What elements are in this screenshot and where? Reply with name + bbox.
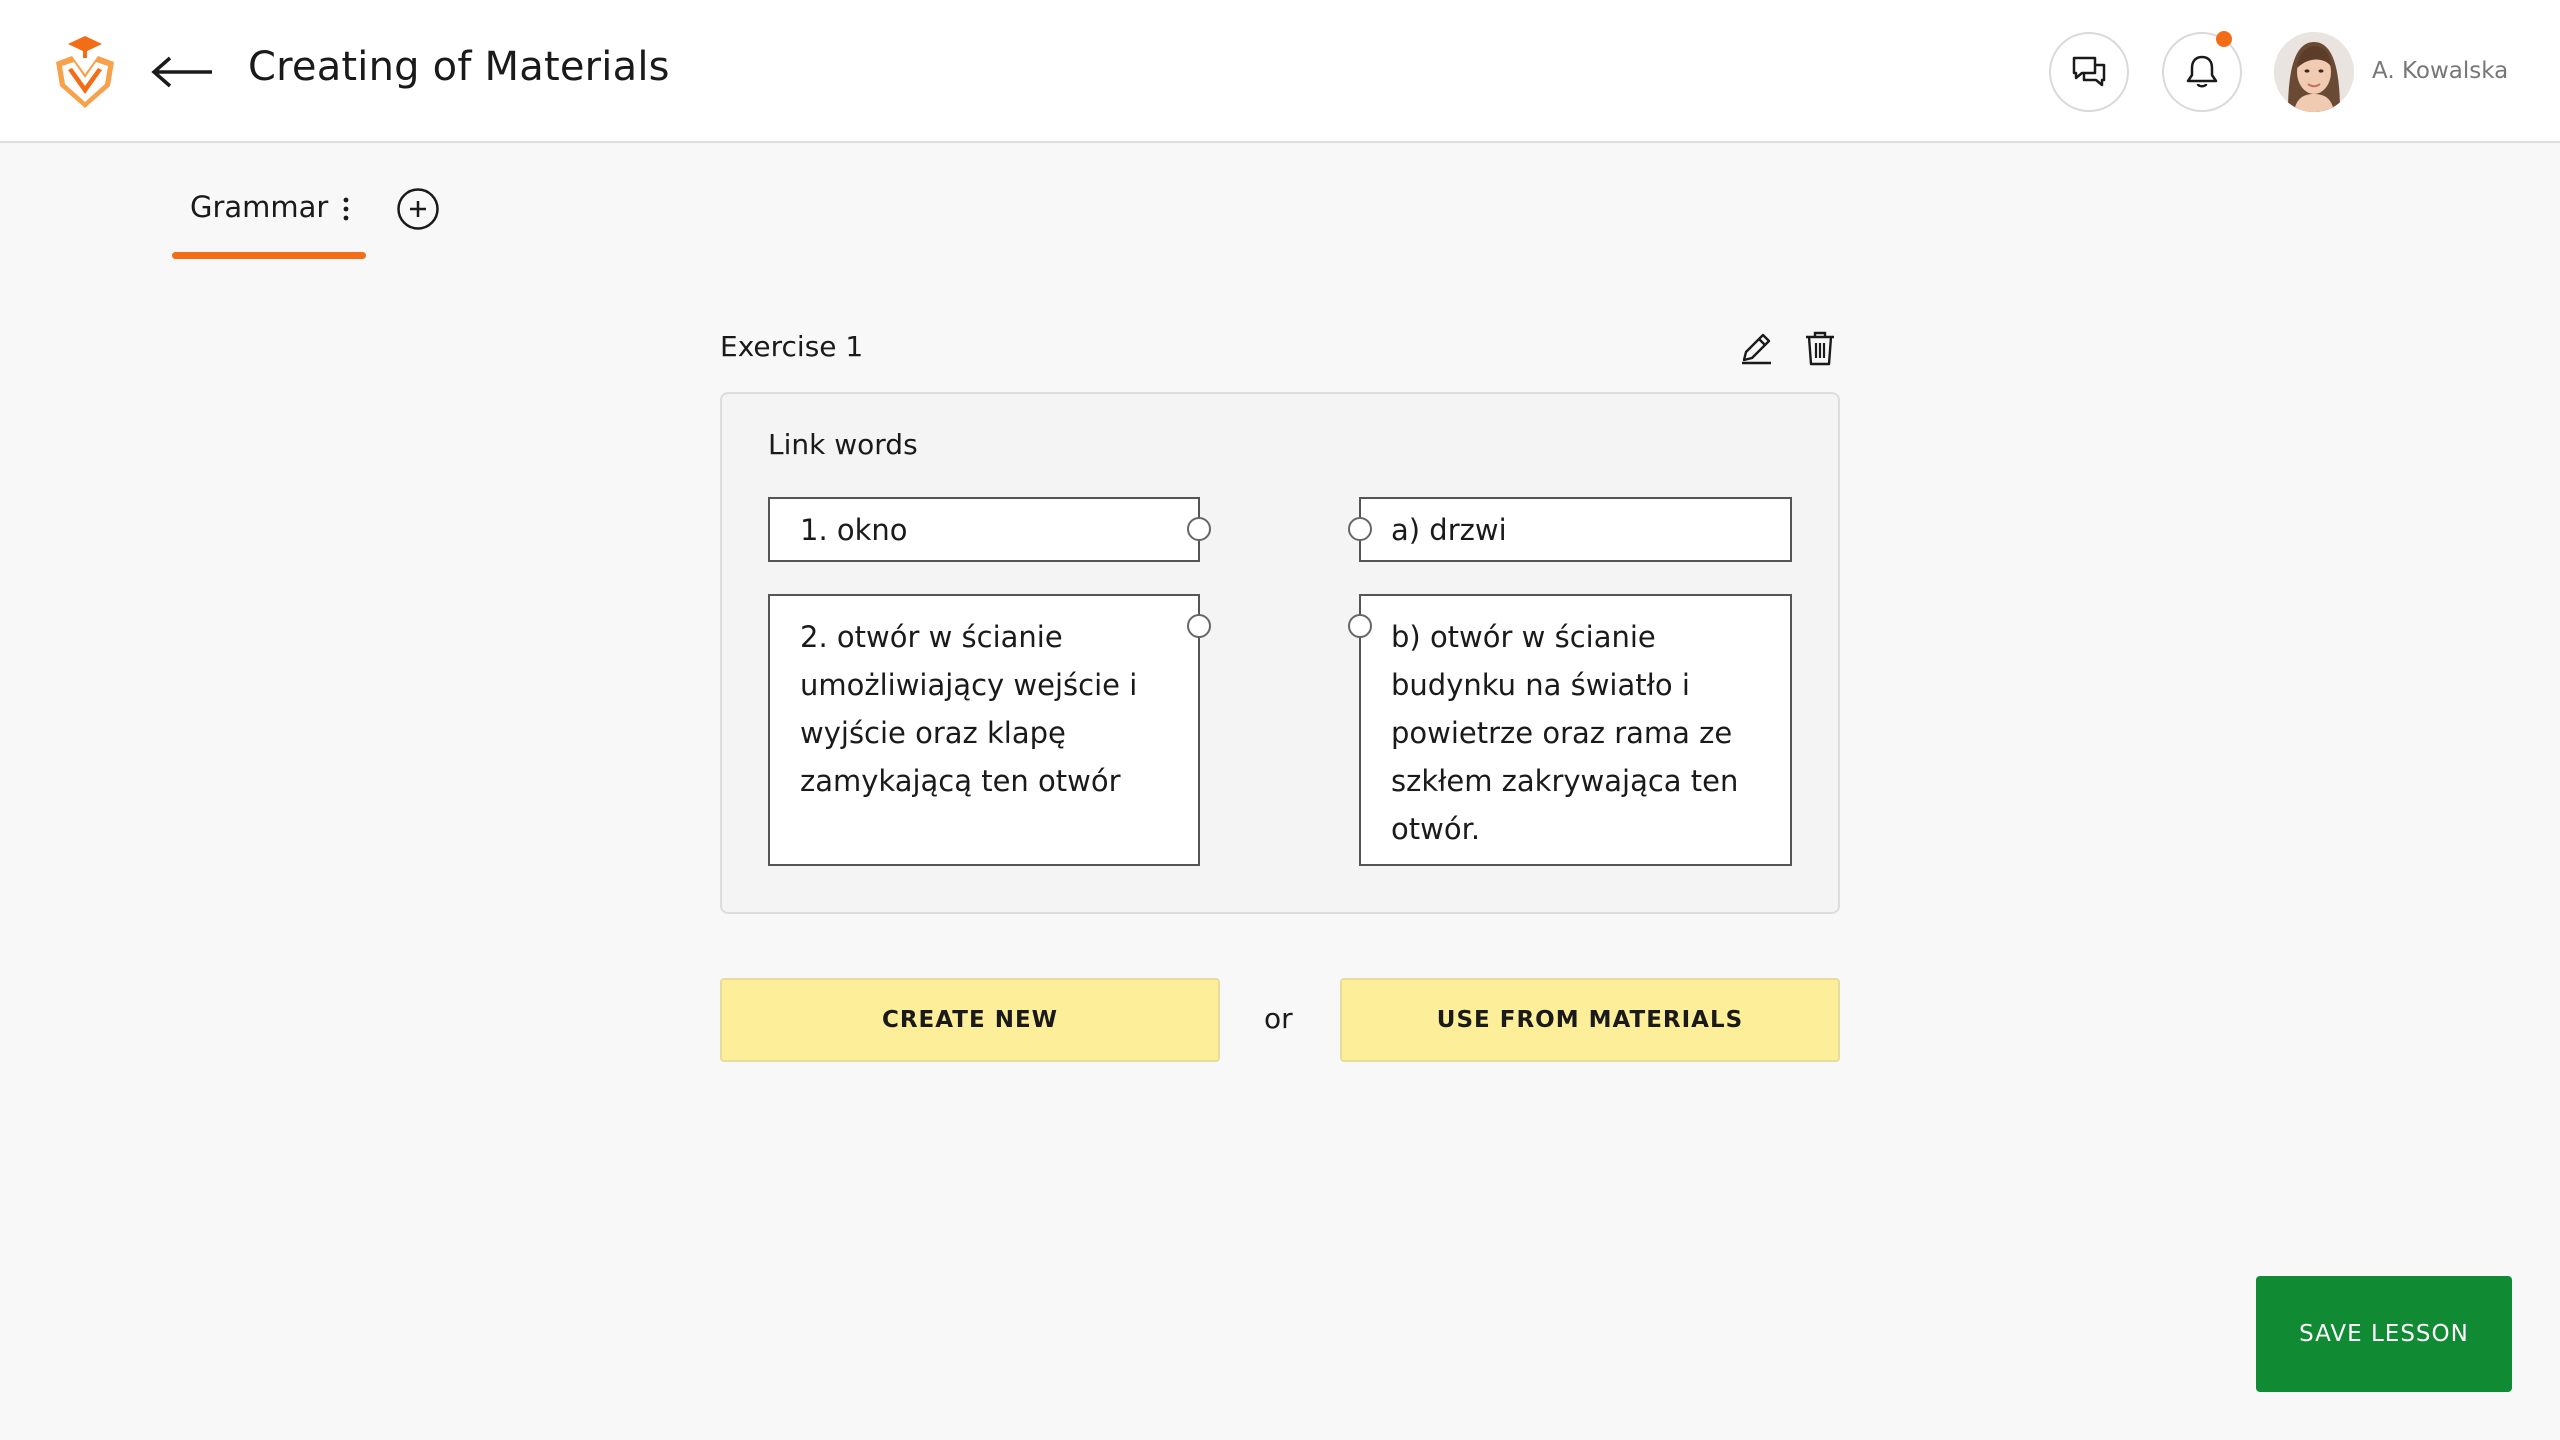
- edit-icon[interactable]: [1738, 330, 1774, 366]
- right-connector-1[interactable]: [1348, 517, 1372, 541]
- right-word-1[interactable]: a) drzwi: [1359, 497, 1792, 562]
- trash-icon[interactable]: [1803, 329, 1837, 367]
- user-avatar-icon: [2274, 32, 2354, 112]
- left-connector-1[interactable]: [1187, 517, 1211, 541]
- page-title: Creating of Materials: [248, 44, 670, 90]
- notification-dot: [2216, 31, 2232, 47]
- right-connector-2[interactable]: [1348, 614, 1372, 638]
- create-new-button[interactable]: CREATE NEW: [720, 978, 1220, 1062]
- tab-grammar[interactable]: Grammar: [190, 190, 328, 224]
- left-word-1[interactable]: 1. okno: [768, 497, 1200, 562]
- exercise-type-label: Link words: [768, 428, 918, 461]
- bell-icon: [2186, 55, 2218, 88]
- use-from-materials-button[interactable]: USE FROM MATERIALS: [1340, 978, 1840, 1062]
- back-arrow-icon[interactable]: [150, 50, 216, 94]
- add-tab-icon[interactable]: [396, 187, 440, 231]
- top-bar: Creating of Materials A. Kowalska: [0, 0, 2560, 143]
- or-separator: or: [1264, 1002, 1293, 1035]
- more-vertical-icon[interactable]: [340, 196, 352, 222]
- logo-icon[interactable]: [50, 34, 120, 110]
- active-tab-indicator: [172, 252, 366, 259]
- avatar[interactable]: [2274, 32, 2354, 112]
- user-name[interactable]: A. Kowalska: [2372, 58, 2508, 84]
- right-word-2[interactable]: b) otwór w ścianie budynku na światło i …: [1359, 594, 1792, 866]
- exercise-title: Exercise 1: [720, 330, 864, 363]
- left-word-2[interactable]: 2. otwór w ścianie umożliwiający wejście…: [768, 594, 1200, 866]
- save-lesson-button[interactable]: SAVE LESSON: [2256, 1276, 2512, 1392]
- left-connector-2[interactable]: [1187, 614, 1211, 638]
- chat-button[interactable]: [2049, 32, 2129, 112]
- chat-icon: [2072, 56, 2106, 87]
